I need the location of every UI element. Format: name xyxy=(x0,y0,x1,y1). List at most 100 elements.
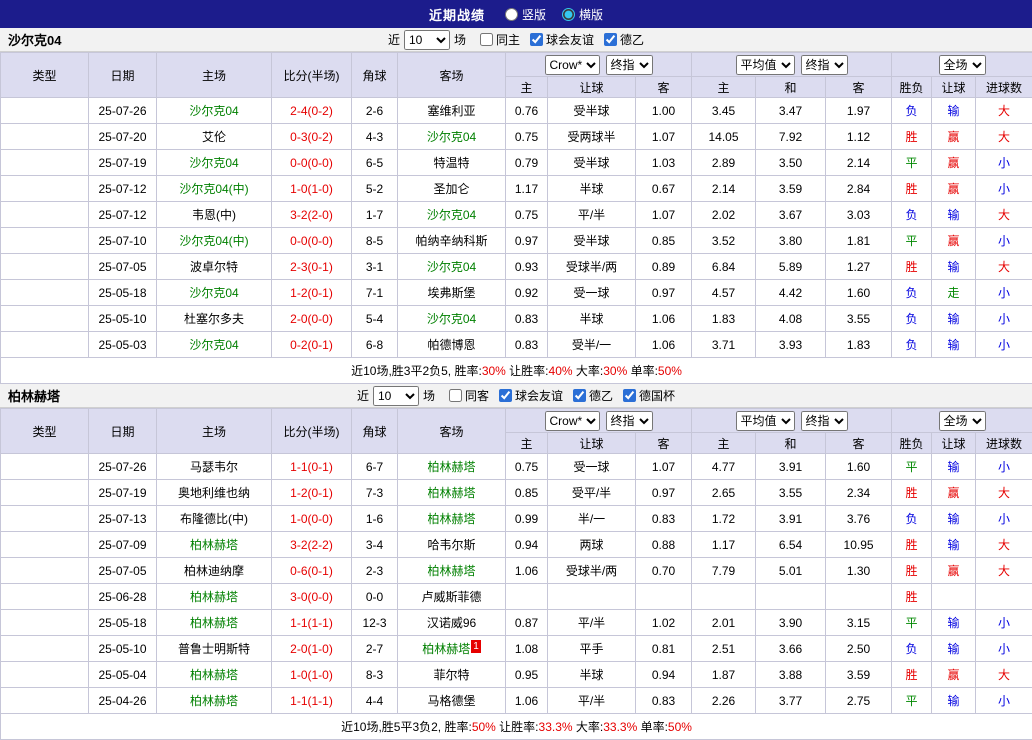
asian-final-select[interactable]: 终指 xyxy=(606,411,653,431)
match-row: 德乙25-05-10普鲁士明斯特2-0(1-0)2-7柏林赫塔11.08平手0.… xyxy=(1,636,1032,662)
asian-away-odds: 1.06 xyxy=(636,306,692,332)
col-handicap: 让球 xyxy=(548,77,636,98)
match-count-select[interactable]: 10 xyxy=(373,386,419,406)
asian-away-odds: 0.97 xyxy=(636,280,692,306)
match-score: 1-2(0-1) xyxy=(272,280,352,306)
filter-checkbox[interactable] xyxy=(480,33,493,46)
result-wdl: 负 xyxy=(892,636,932,662)
fulltime-select[interactable]: 全场 xyxy=(939,55,986,75)
team-name: 柏林赫塔 xyxy=(8,386,60,405)
filter-checkbox[interactable] xyxy=(623,389,636,402)
asian-away-odds: 1.06 xyxy=(636,332,692,358)
average-select[interactable]: 平均值 xyxy=(736,411,795,431)
result-wdl: 平 xyxy=(892,688,932,714)
euro-draw-odds: 3.80 xyxy=(756,228,826,254)
filter-checkbox[interactable] xyxy=(449,389,462,402)
col-asian-home: 主 xyxy=(506,77,548,98)
filter-checkbox-label: 球会友谊 xyxy=(515,387,563,404)
euro-home-odds: 2.65 xyxy=(692,480,756,506)
filter-checkbox[interactable] xyxy=(604,33,617,46)
result-goals: 大 xyxy=(976,254,1032,280)
home-team: 柏林赫塔 xyxy=(157,610,272,636)
euro-final-select[interactable]: 终指 xyxy=(801,55,848,75)
euro-home-odds: 3.52 xyxy=(692,228,756,254)
match-type: 球会友谊 xyxy=(1,584,89,610)
result-goals: 小 xyxy=(976,228,1032,254)
filter-checkbox[interactable] xyxy=(573,389,586,402)
col-asian-away: 客 xyxy=(636,433,692,454)
result-handicap: 输 xyxy=(932,532,976,558)
asian-handicap: 半球 xyxy=(548,662,636,688)
result-wdl: 平 xyxy=(892,454,932,480)
corner-score: 7-3 xyxy=(352,480,398,506)
summary-segment: 让胜率: xyxy=(506,364,549,378)
filter-checkbox-option[interactable]: 德国杯 xyxy=(623,387,675,404)
result-handicap: 输 xyxy=(932,98,976,124)
home-team: 沙尔克04 xyxy=(157,150,272,176)
euro-draw-odds: 5.89 xyxy=(756,254,826,280)
summary-segment: 50% xyxy=(658,364,682,378)
match-date: 25-07-13 xyxy=(89,506,157,532)
match-type: 球会友谊 xyxy=(1,124,89,150)
home-team: 柏林赫塔 xyxy=(157,584,272,610)
result-handicap: 输 xyxy=(932,254,976,280)
asian-handicap: 受两球半 xyxy=(548,124,636,150)
layout-option-horizontal[interactable]: 横版 xyxy=(562,6,603,23)
away-team: 柏林赫塔 xyxy=(398,506,506,532)
euro-draw-odds: 4.08 xyxy=(756,306,826,332)
asian-away-odds: 0.88 xyxy=(636,532,692,558)
filter-checkbox-option[interactable]: 球会友谊 xyxy=(530,31,594,48)
euro-home-odds: 1.83 xyxy=(692,306,756,332)
layout-radio[interactable] xyxy=(562,8,575,21)
filter-checkbox[interactable] xyxy=(530,33,543,46)
match-count-select[interactable]: 10 xyxy=(404,30,450,50)
match-type: 球会友谊 xyxy=(1,98,89,124)
euro-draw-odds: 3.50 xyxy=(756,150,826,176)
match-score: 2-0(0-0) xyxy=(272,306,352,332)
layout-radio[interactable] xyxy=(505,8,518,21)
filter-checkbox[interactable] xyxy=(499,389,512,402)
corner-score: 5-4 xyxy=(352,306,398,332)
filter-checkbox-label: 同主 xyxy=(496,31,520,48)
asian-handicap: 受半球 xyxy=(548,228,636,254)
away-team: 柏林赫塔 xyxy=(398,480,506,506)
euro-home-odds: 2.51 xyxy=(692,636,756,662)
result-goals: 大 xyxy=(976,662,1032,688)
away-team: 柏林赫塔 xyxy=(398,454,506,480)
asian-home-odds: 0.87 xyxy=(506,610,548,636)
layout-option-vertical[interactable]: 竖版 xyxy=(505,6,546,23)
bookmaker-select[interactable]: Crow* xyxy=(545,411,600,431)
match-type: 球会友谊 xyxy=(1,228,89,254)
col-date: 日期 xyxy=(89,53,157,98)
result-handicap: 赢 xyxy=(932,662,976,688)
filter-checkbox-option[interactable]: 德乙 xyxy=(573,387,613,404)
fulltime-select[interactable]: 全场 xyxy=(939,411,986,431)
filter-checkbox-option[interactable]: 球会友谊 xyxy=(499,387,563,404)
asian-home-odds: 0.83 xyxy=(506,306,548,332)
asian-home-odds: 0.75 xyxy=(506,124,548,150)
average-select[interactable]: 平均值 xyxy=(736,55,795,75)
match-row: 球会友谊25-07-19沙尔克040-0(0-0)6-5特温特0.79受半球1.… xyxy=(1,150,1032,176)
summary-row: 近10场,胜3平2负5, 胜率:30% 让胜率:40% 大率:30% 单率:50… xyxy=(1,358,1032,384)
result-wdl: 负 xyxy=(892,306,932,332)
col-euro-away: 客 xyxy=(826,433,892,454)
match-score: 0-3(0-2) xyxy=(272,124,352,150)
corner-score: 1-6 xyxy=(352,506,398,532)
match-date: 25-05-10 xyxy=(89,636,157,662)
bookmaker-select[interactable]: Crow* xyxy=(545,55,600,75)
match-row: 球会友谊25-07-09柏林赫塔3-2(2-2)3-4哈韦尔斯0.94两球0.8… xyxy=(1,532,1032,558)
result-handicap: 赢 xyxy=(932,124,976,150)
filter-checkbox-option[interactable]: 德乙 xyxy=(604,31,644,48)
result-group: 全场 xyxy=(892,53,1032,77)
euro-final-select[interactable]: 终指 xyxy=(801,411,848,431)
match-type: 球会友谊 xyxy=(1,480,89,506)
euro-home-odds: 2.14 xyxy=(692,176,756,202)
euro-draw-odds: 3.91 xyxy=(756,454,826,480)
asian-away-odds: 0.81 xyxy=(636,636,692,662)
filter-checkbox-option[interactable]: 同客 xyxy=(449,387,489,404)
filter-checkbox-option[interactable]: 同主 xyxy=(480,31,520,48)
asian-final-select[interactable]: 终指 xyxy=(606,55,653,75)
euro-home-odds: 7.79 xyxy=(692,558,756,584)
asian-handicap: 受半/一 xyxy=(548,332,636,358)
asian-home-odds: 0.93 xyxy=(506,254,548,280)
